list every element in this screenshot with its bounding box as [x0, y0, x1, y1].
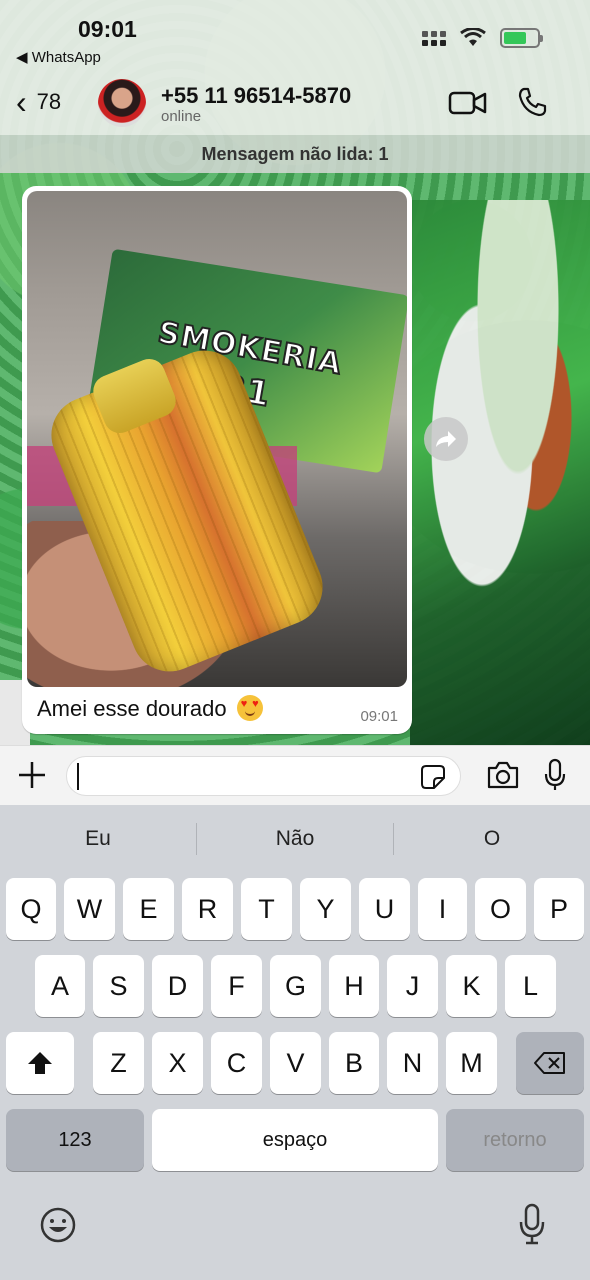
key-q[interactable]: Q	[6, 878, 56, 940]
plus-icon[interactable]	[17, 760, 47, 790]
wifi-icon	[460, 28, 486, 46]
key-v[interactable]: V	[270, 1032, 321, 1094]
suggestion-3[interactable]: O	[394, 819, 590, 859]
unread-count: 78	[36, 89, 62, 114]
shift-icon	[28, 1052, 52, 1074]
backspace-icon	[534, 1052, 565, 1074]
caption-text: Amei esse dourado	[37, 696, 227, 721]
key-m[interactable]: M	[446, 1032, 497, 1094]
message-bubble[interactable]: SMOKERIA 021 Amei esse dourado 09:01	[22, 186, 412, 734]
back-button[interactable]: ‹ 78	[16, 86, 61, 118]
camera-icon[interactable]	[486, 760, 520, 790]
key-p[interactable]: P	[534, 878, 584, 940]
key-g[interactable]: G	[270, 955, 321, 1017]
signal-icon	[422, 30, 446, 46]
numbers-key[interactable]: 123	[6, 1109, 144, 1171]
key-n[interactable]: N	[387, 1032, 438, 1094]
sticker-icon[interactable]	[420, 764, 446, 790]
contact-avatar[interactable]	[98, 79, 146, 127]
forward-button[interactable]	[424, 417, 468, 461]
key-w[interactable]: W	[64, 878, 115, 940]
chevron-left-icon: ‹	[16, 84, 27, 120]
key-y[interactable]: Y	[300, 878, 351, 940]
heart-eyes-emoji-icon	[236, 695, 263, 722]
emoji-icon[interactable]	[39, 1206, 77, 1244]
key-i[interactable]: I	[418, 878, 467, 940]
shift-key[interactable]	[6, 1032, 74, 1094]
return-key[interactable]: retorno	[446, 1109, 584, 1171]
message-time: 09:01	[360, 708, 398, 725]
key-j[interactable]: J	[387, 955, 438, 1017]
key-u[interactable]: U	[359, 878, 410, 940]
message-input-bar	[0, 745, 590, 805]
key-a[interactable]: A	[35, 955, 85, 1017]
key-z[interactable]: Z	[93, 1032, 144, 1094]
video-camera-icon[interactable]	[448, 89, 488, 117]
chat-header: 09:01 ◀ WhatsApp ‹ 78 +55 11 96514-5870 …	[0, 0, 590, 135]
key-k[interactable]: K	[446, 955, 497, 1017]
dictation-icon[interactable]	[518, 1203, 546, 1245]
back-app-label: WhatsApp	[31, 49, 101, 66]
key-b[interactable]: B	[329, 1032, 379, 1094]
key-e[interactable]: E	[123, 878, 174, 940]
space-key[interactable]: espaço	[152, 1109, 438, 1171]
key-c[interactable]: C	[211, 1032, 262, 1094]
wallpaper-mascot	[410, 200, 590, 745]
contact-status: online	[161, 108, 202, 125]
back-to-app-link[interactable]: ◀ WhatsApp	[16, 48, 101, 66]
key-r[interactable]: R	[182, 878, 233, 940]
message-photo[interactable]: SMOKERIA 021	[27, 191, 407, 687]
message-input[interactable]	[66, 756, 461, 796]
unread-banner: Mensagem não lida: 1	[0, 135, 590, 173]
delete-key[interactable]	[516, 1032, 584, 1094]
key-t[interactable]: T	[241, 878, 292, 940]
forward-icon	[436, 431, 456, 447]
key-o[interactable]: O	[475, 878, 526, 940]
key-s[interactable]: S	[93, 955, 144, 1017]
key-d[interactable]: D	[152, 955, 203, 1017]
keyboard: Eu Não O Q W E R T Y U I O P A S D F G H…	[0, 805, 590, 1280]
status-icons	[422, 28, 543, 48]
suggestion-2[interactable]: Não	[197, 819, 393, 859]
phone-icon[interactable]	[516, 86, 548, 118]
contact-name[interactable]: +55 11 96514-5870	[161, 83, 351, 109]
battery-icon	[500, 28, 543, 48]
key-l[interactable]: L	[505, 955, 556, 1017]
suggestion-1[interactable]: Eu	[0, 819, 196, 859]
message-caption: Amei esse dourado	[37, 695, 263, 723]
key-x[interactable]: X	[152, 1032, 203, 1094]
key-h[interactable]: H	[329, 955, 379, 1017]
text-caret	[77, 763, 79, 790]
status-time: 09:01	[78, 16, 137, 42]
microphone-icon[interactable]	[543, 758, 567, 792]
key-f[interactable]: F	[211, 955, 262, 1017]
